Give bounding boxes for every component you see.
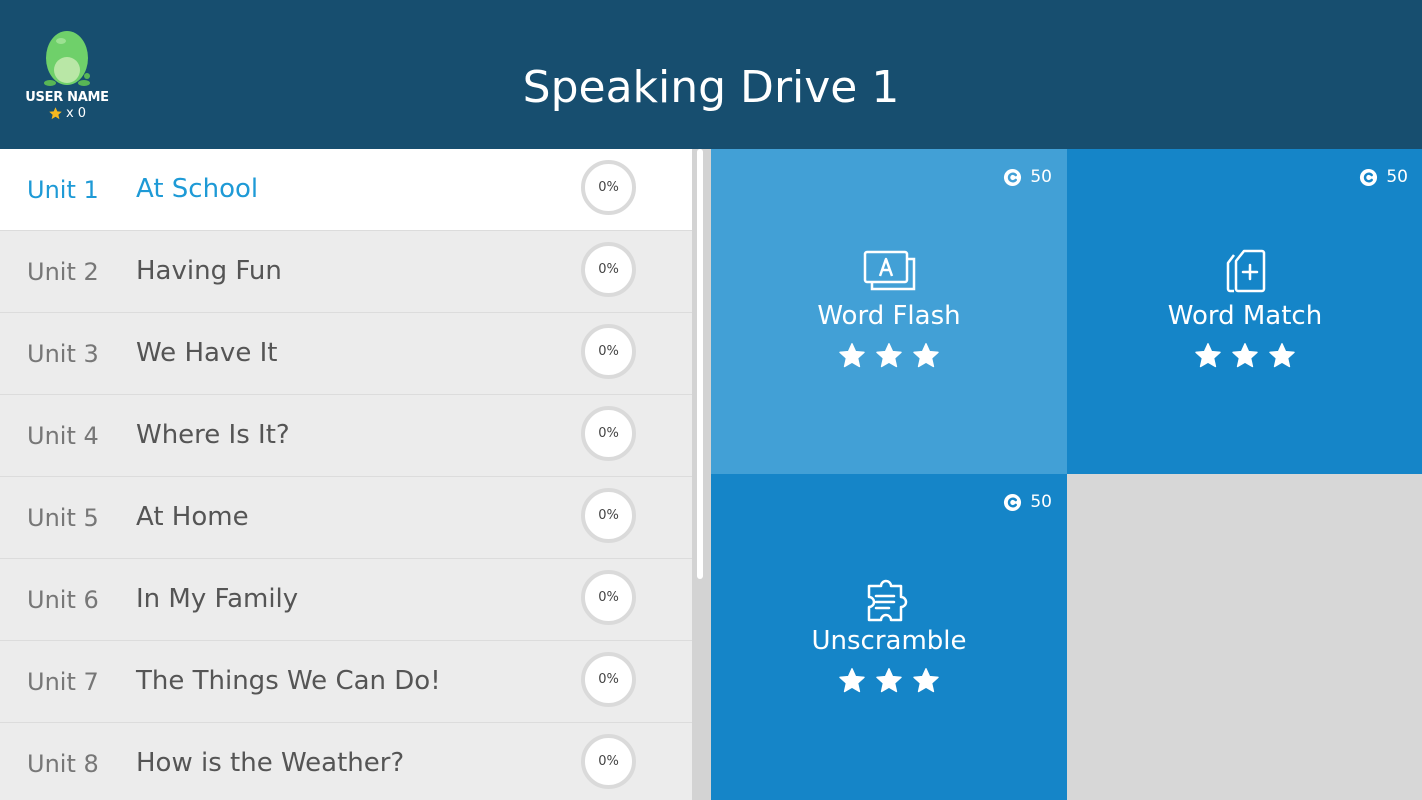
- star-icon: [1195, 343, 1221, 368]
- unit-number: Unit 3: [27, 340, 99, 368]
- progress-ring: 0%: [581, 324, 636, 379]
- progress-text: 0%: [598, 508, 619, 523]
- unit-list-scrollbar[interactable]: [692, 149, 711, 800]
- rating-stars: [711, 667, 1067, 695]
- unit-number: Unit 2: [27, 258, 99, 286]
- progress-text: 0%: [598, 180, 619, 195]
- unit-name: The Things We Can Do!: [136, 666, 441, 696]
- activity-tile-word-flash[interactable]: 50 Word Flash: [711, 149, 1067, 474]
- unit-row-8[interactable]: Unit 8 How is the Weather? 0%: [0, 723, 692, 800]
- unit-row-4[interactable]: Unit 4 Where Is It? 0%: [0, 395, 692, 477]
- star-icon: [1269, 343, 1295, 368]
- progress-text: 0%: [598, 262, 619, 277]
- progress-ring: 0%: [581, 488, 636, 543]
- unit-row-3[interactable]: Unit 3 We Have It 0%: [0, 313, 692, 395]
- unit-row-5[interactable]: Unit 5 At Home 0%: [0, 477, 692, 559]
- empty-tile-slot: [1067, 474, 1422, 800]
- activity-tile-unscramble[interactable]: 50 Unscramble: [711, 474, 1067, 800]
- unit-name: Where Is It?: [136, 420, 290, 450]
- coin-amount: 50: [1030, 167, 1052, 187]
- coin-reward: 50: [1359, 167, 1408, 187]
- unit-row-2[interactable]: Unit 2 Having Fun 0%: [0, 231, 692, 313]
- header-bar: USER NAME x 0 Speaking Drive 1: [0, 0, 1422, 149]
- coin-amount: 50: [1386, 167, 1408, 187]
- progress-ring: 0%: [581, 734, 636, 789]
- unit-name: We Have It: [136, 338, 278, 368]
- star-icon: [839, 343, 865, 368]
- scrollbar-thumb[interactable]: [697, 149, 703, 579]
- coin-icon: [1004, 493, 1022, 511]
- flashcard-icon: [863, 250, 916, 291]
- star-icon: [913, 343, 939, 368]
- unit-number: Unit 6: [27, 586, 99, 614]
- unit-name: How is the Weather?: [136, 748, 405, 778]
- unit-name: At School: [136, 174, 259, 204]
- coin-reward: 50: [1003, 492, 1052, 512]
- star-icon: [876, 668, 902, 693]
- star-icon: [913, 668, 939, 693]
- progress-text: 0%: [598, 344, 619, 359]
- unit-row-6[interactable]: Unit 6 In My Family 0%: [0, 559, 692, 641]
- rating-stars: [711, 342, 1067, 370]
- unit-number: Unit 5: [27, 504, 99, 532]
- activity-label: Unscramble: [811, 626, 967, 656]
- unit-number: Unit 4: [27, 422, 99, 450]
- unit-name: Having Fun: [136, 256, 282, 286]
- progress-ring: 0%: [581, 242, 636, 297]
- coin-amount: 50: [1030, 492, 1052, 512]
- progress-ring: 0%: [581, 160, 636, 215]
- coin-icon: [1360, 168, 1378, 186]
- unit-name: At Home: [136, 502, 249, 532]
- progress-text: 0%: [598, 426, 619, 441]
- progress-text: 0%: [598, 754, 619, 769]
- activity-label: Word Match: [1167, 301, 1323, 331]
- puzzle-icon: [867, 579, 908, 622]
- unit-name: In My Family: [136, 584, 299, 614]
- card-plus-icon: [1226, 249, 1266, 293]
- coin-icon: [1004, 168, 1022, 186]
- star-icon: [839, 668, 865, 693]
- activity-label: Word Flash: [817, 301, 961, 331]
- unit-row-1[interactable]: Unit 1 At School 0%: [0, 149, 692, 231]
- progress-ring: 0%: [581, 652, 636, 707]
- unit-list: Unit 1 At School 0% Unit 2 Having Fun 0%…: [0, 149, 692, 800]
- unit-number: Unit 8: [27, 750, 99, 778]
- progress-text: 0%: [598, 590, 619, 605]
- progress-text: 0%: [598, 672, 619, 687]
- activity-tile-word-match[interactable]: 50 Word Match: [1067, 149, 1422, 474]
- coin-reward: 50: [1003, 167, 1052, 187]
- unit-number: Unit 7: [27, 668, 99, 696]
- star-icon: [1232, 343, 1258, 368]
- unit-row-7[interactable]: Unit 7 The Things We Can Do! 0%: [0, 641, 692, 723]
- star-icon: [876, 343, 902, 368]
- rating-stars: [1067, 342, 1422, 370]
- unit-number: Unit 1: [27, 176, 99, 204]
- progress-ring: 0%: [581, 406, 636, 461]
- progress-ring: 0%: [581, 570, 636, 625]
